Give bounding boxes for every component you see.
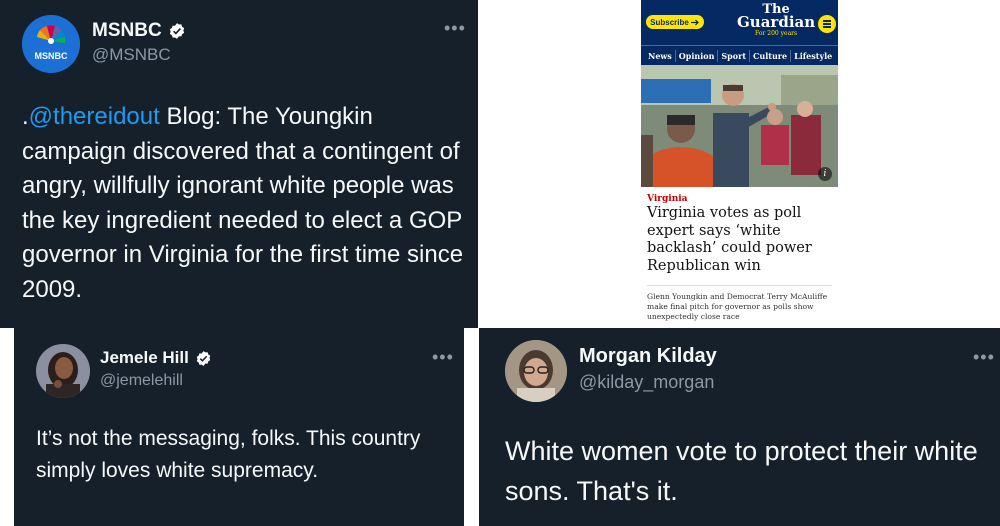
display-name[interactable]: Jemele Hill [100,348,212,368]
tweet-text: White women vote to protect their white … [505,436,978,506]
handle[interactable]: @kilday_morgan [579,372,714,393]
jemele-tweet-card[interactable]: Jemele Hill @jemelehill ••• It’s not the… [14,328,464,526]
msnbc-tweet-card[interactable]: MSNBC MSNBC @MSNBC ••• .@thereidout Blog… [0,0,478,328]
avatar[interactable] [505,340,567,402]
morgan-tweet-card[interactable]: Morgan Kilday @kilday_morgan ••• White w… [479,328,1000,526]
nav-item-lifestyle[interactable]: Lifestyle [791,50,835,62]
msnbc-avatar-text: MSNBC [35,51,68,61]
rally-photo-image [641,65,838,187]
logo-guardian: Guardian [737,13,816,31]
ellipsis-icon[interactable]: ••• [432,347,454,368]
tweet-text: It’s not the messaging, folks. This coun… [36,427,421,482]
peacock-logo-icon: MSNBC [22,15,80,73]
verified-badge-icon [169,23,184,39]
nav-item-culture[interactable]: Culture [750,49,792,62]
guardian-header: Subscribe The Guardian For 200 years [641,0,838,45]
guardian-logo[interactable]: The Guardian For 200 years [737,3,815,37]
guardian-article-screenshot: Subscribe The Guardian For 200 years New… [641,0,838,328]
nav-item-opinion[interactable]: Opinion [676,49,719,62]
article-headline[interactable]: Virginia votes as poll expert says ‘whit… [647,205,832,275]
verified-badge-icon [196,350,211,366]
info-icon[interactable]: i [818,167,832,181]
mention-link[interactable]: @thereidout [29,103,160,130]
hamburger-menu-icon[interactable] [818,15,836,33]
handle[interactable]: @jemelehill [100,372,183,390]
display-name-text: MSNBC [92,20,162,41]
display-name[interactable]: MSNBC [92,20,186,42]
guardian-nav: News Opinion Sport Culture Lifestyle [641,45,838,65]
msnbc-avatar[interactable]: MSNBC [22,15,80,73]
display-name-text: Jemele Hill [100,348,189,367]
article-standfirst: Glenn Youngkin and Democrat Terry McAuli… [647,292,828,321]
nav-item-news[interactable]: News [645,49,676,62]
nav-item-sport[interactable]: Sport [718,49,751,62]
tweet-text-body: Blog: The Youngkin campaign discovered t… [22,103,464,303]
subscribe-button[interactable]: Subscribe [646,15,704,29]
profile-photo-image [505,340,567,402]
display-name[interactable]: Morgan Kilday [579,345,717,368]
ellipsis-icon[interactable]: ••• [973,347,995,368]
article-kicker[interactable]: Virginia [647,194,688,204]
article-photo[interactable]: i [641,65,838,187]
avatar[interactable] [36,344,90,398]
profile-photo-image [36,344,90,398]
logo-tagline: For 200 years [755,30,798,37]
handle[interactable]: @MSNBC [92,45,171,65]
tweet-text-lead: . [22,103,29,130]
divider [647,285,832,286]
tweet-text: .@thereidout Blog: The Youngkin campaign… [22,100,467,307]
subscribe-label: Subscribe [650,17,689,27]
ellipsis-icon[interactable]: ••• [444,18,466,39]
arrow-right-icon [690,19,699,25]
